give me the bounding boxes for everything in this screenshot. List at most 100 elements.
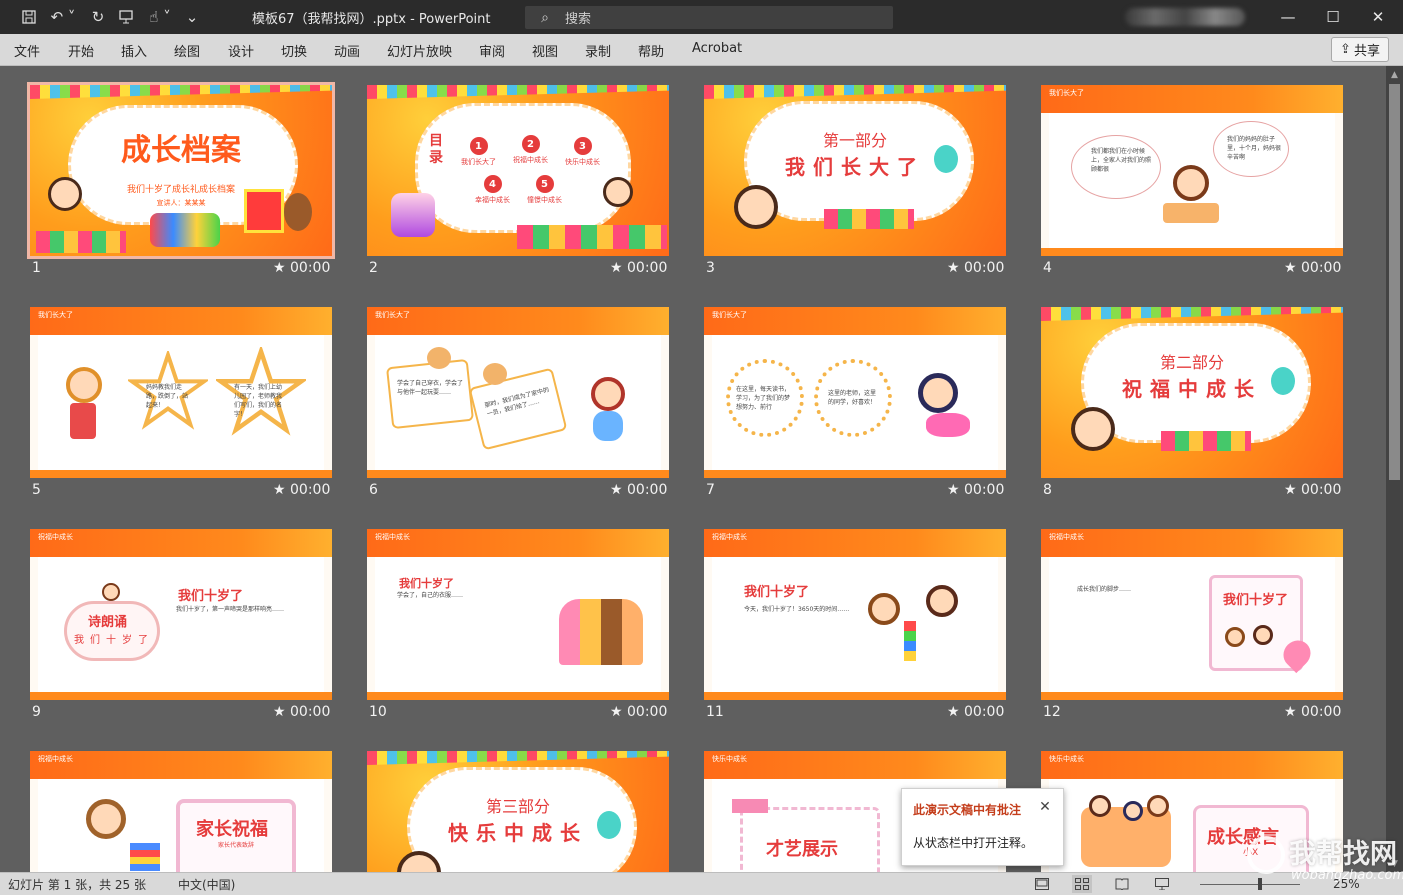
transition-star-icon: ★ bbox=[1284, 704, 1297, 720]
slide-3-part: 第一部分 bbox=[822, 131, 887, 150]
slide-thumbnail-8[interactable]: 第二部分 祝福中成长 bbox=[1041, 307, 1343, 478]
slide-1-title: 成长档案 bbox=[121, 133, 241, 168]
slide-thumbnail-6[interactable]: 我们长大了 学会了自己穿衣，学会了与他伴一起玩耍…… 那时，我们成为了家中的一员… bbox=[367, 307, 669, 478]
close-icon[interactable]: ✕ bbox=[1355, 0, 1401, 34]
slide-number: 11 bbox=[706, 704, 724, 720]
maximize-icon[interactable]: ☐ bbox=[1310, 0, 1356, 34]
slide-14-part: 第三部分 bbox=[485, 797, 550, 816]
slide-thumbnail-14[interactable]: 第三部分 快乐中成长 bbox=[367, 751, 669, 872]
transition-star-icon: ★ bbox=[610, 260, 623, 276]
tab-acrobat[interactable]: Acrobat bbox=[692, 41, 742, 56]
transition-star-icon: ★ bbox=[1284, 260, 1297, 276]
user-account[interactable] bbox=[1125, 8, 1245, 26]
touch-icon[interactable]: ☝ ˅ bbox=[142, 0, 178, 34]
slide-number: 4 bbox=[1043, 260, 1052, 276]
status-bar: 幻灯片 第 1 张，共 25 张 中文(中国) 25% bbox=[0, 872, 1403, 895]
slide-timing: ★ 00:00 bbox=[947, 482, 1005, 498]
tab-insert[interactable]: 插入 bbox=[121, 41, 147, 60]
slide-timing: ★ 00:00 bbox=[1284, 482, 1342, 498]
slide-sorter-view-icon[interactable] bbox=[1072, 875, 1092, 893]
slide-thumbnail-12[interactable]: 祝福中成长 成长我们的脚步…… 我们十岁了 bbox=[1041, 529, 1343, 700]
slide-timing: ★ 00:00 bbox=[610, 482, 668, 498]
slide-thumbnail-10[interactable]: 祝福中成长 我们十岁了 学会了，自己的衣服…… bbox=[367, 529, 669, 700]
undo-icon[interactable]: ↶ ˅ bbox=[48, 0, 78, 34]
slide-sorter: 成长档案 我们十岁了成长礼成长档案 宣讲人：某某某 1 ★ 00:00 目录 1… bbox=[0, 66, 1386, 872]
transition-star-icon: ★ bbox=[947, 260, 960, 276]
search-placeholder: 搜索 bbox=[565, 12, 592, 27]
search-box[interactable]: ⌕ 搜索 bbox=[525, 6, 893, 29]
title-bar: ↶ ˅ ↻ ☝ ˅ ⌄ 模板67（我帮找网）.pptx - PowerPoint… bbox=[0, 0, 1403, 34]
slide-timing: ★ 00:00 bbox=[1284, 260, 1342, 276]
slide-timing: ★ 00:00 bbox=[947, 260, 1005, 276]
slide-number: 6 bbox=[369, 482, 378, 498]
close-icon[interactable]: ✕ bbox=[1036, 799, 1054, 817]
notification-body: 从状态栏中打开注释。 bbox=[913, 836, 1034, 850]
slide-8-heading: 祝福中成长 bbox=[1122, 377, 1262, 401]
present-icon[interactable] bbox=[114, 0, 138, 34]
customize-icon[interactable]: ⌄ bbox=[182, 0, 202, 34]
slide-count: 幻灯片 第 1 张，共 25 张 bbox=[8, 878, 146, 892]
transition-star-icon: ★ bbox=[947, 704, 960, 720]
transition-star-icon: ★ bbox=[610, 704, 623, 720]
slide-3-heading: 我们长大了 bbox=[785, 155, 925, 179]
tab-home[interactable]: 开始 bbox=[68, 41, 94, 60]
language-indicator[interactable]: 中文(中国) bbox=[178, 876, 235, 893]
slide-thumbnail-5[interactable]: 我们长大了 妈妈教我们走路，跌倒了，站起来！ 有一天，我们上幼儿园了，老师教我们… bbox=[30, 307, 332, 478]
slide-timing: ★ 00:00 bbox=[1284, 704, 1342, 720]
normal-view-icon[interactable] bbox=[1032, 875, 1052, 893]
slide-timing: ★ 00:00 bbox=[273, 482, 331, 498]
transition-star-icon: ★ bbox=[947, 482, 960, 498]
slide-number: 7 bbox=[706, 482, 715, 498]
tab-view[interactable]: 视图 bbox=[532, 41, 558, 60]
slide-thumbnail-1[interactable]: 成长档案 我们十岁了成长礼成长档案 宣讲人：某某某 bbox=[27, 82, 335, 259]
zoom-level[interactable]: 25% bbox=[1333, 877, 1360, 891]
scroll-up-icon[interactable]: ▲ bbox=[1386, 67, 1403, 83]
tab-design[interactable]: 设计 bbox=[228, 41, 254, 60]
slide-thumbnail-16[interactable]: 快乐中成长 成长感言 小X bbox=[1041, 751, 1343, 872]
slide-timing: ★ 00:00 bbox=[273, 260, 331, 276]
slide-number: 1 bbox=[32, 260, 41, 276]
tab-record[interactable]: 录制 bbox=[585, 41, 611, 60]
slide-thumbnail-9[interactable]: 祝福中成长 诗朗诵 我们十岁了 我们十岁了 我们十岁了，第一声啼哭是那样响亮…… bbox=[30, 529, 332, 700]
notification-title: 此演示文稿中有批注 bbox=[913, 803, 1022, 817]
slide-number: 3 bbox=[706, 260, 715, 276]
slide-number: 9 bbox=[32, 704, 41, 720]
scrollbar-thumb[interactable] bbox=[1389, 84, 1400, 480]
slide-2-toc: 目录 bbox=[429, 133, 443, 166]
share-icon: ⇪ bbox=[1340, 42, 1351, 57]
slide-thumbnail-3[interactable]: 第一部分 我们长大了 bbox=[704, 85, 1006, 256]
minimize-icon[interactable]: — bbox=[1265, 0, 1311, 34]
slideshow-view-icon[interactable] bbox=[1152, 875, 1172, 893]
transition-star-icon: ★ bbox=[273, 482, 286, 498]
tab-help[interactable]: 帮助 bbox=[638, 41, 664, 60]
zoom-slider[interactable] bbox=[1200, 884, 1300, 885]
save-icon[interactable] bbox=[14, 0, 44, 34]
document-title: 模板67（我帮找网）.pptx - PowerPoint bbox=[252, 12, 491, 27]
slide-timing: ★ 00:00 bbox=[610, 260, 668, 276]
ribbon-tabs: 文件 开始 插入 绘图 设计 切换 动画 幻灯片放映 审阅 视图 录制 帮助 A… bbox=[0, 34, 1403, 66]
scroll-down-icon[interactable]: ▼ bbox=[1386, 856, 1403, 872]
slide-8-part: 第二部分 bbox=[1159, 353, 1224, 372]
tab-review[interactable]: 审阅 bbox=[479, 41, 505, 60]
tab-slideshow[interactable]: 幻灯片放映 bbox=[387, 41, 452, 60]
tab-transitions[interactable]: 切换 bbox=[281, 41, 307, 60]
slide-thumbnail-2[interactable]: 目录 1 我们长大了 2 祝福中成长 3 快乐中成长 4 幸福中成长 5 憧憬中成长 bbox=[367, 85, 669, 256]
slide-timing: ★ 00:00 bbox=[273, 704, 331, 720]
search-icon: ⌕ bbox=[541, 9, 549, 26]
transition-star-icon: ★ bbox=[1284, 482, 1297, 498]
slide-number: 8 bbox=[1043, 482, 1052, 498]
zoom-slider-thumb[interactable] bbox=[1258, 878, 1262, 890]
slide-thumbnail-13[interactable]: 祝福中成长 家长祝福 家长代表致辞 bbox=[30, 751, 332, 872]
reading-view-icon[interactable] bbox=[1112, 875, 1132, 893]
slide-timing: ★ 00:00 bbox=[610, 704, 668, 720]
tab-animations[interactable]: 动画 bbox=[334, 41, 360, 60]
transition-star-icon: ★ bbox=[610, 482, 623, 498]
redo-icon[interactable]: ↻ bbox=[86, 0, 110, 34]
tab-file[interactable]: 文件 bbox=[14, 41, 40, 60]
tab-draw[interactable]: 绘图 bbox=[174, 41, 200, 60]
slide-number: 5 bbox=[32, 482, 41, 498]
slide-thumbnail-11[interactable]: 祝福中成长 我们十岁了 今天，我们十岁了！3650天的时间…… bbox=[704, 529, 1006, 700]
slide-thumbnail-7[interactable]: 我们长大了 在这里，每天读书，学习，为了我们的梦想努力、前行 这里的老师，这里的… bbox=[704, 307, 1006, 478]
slide-thumbnail-4[interactable]: 我们长大了 我们都我们在小时候上，全家人对我们的照顾都很 我们的妈妈的肚子里，十… bbox=[1041, 85, 1343, 256]
share-button[interactable]: ⇪ 共享 bbox=[1331, 37, 1389, 62]
